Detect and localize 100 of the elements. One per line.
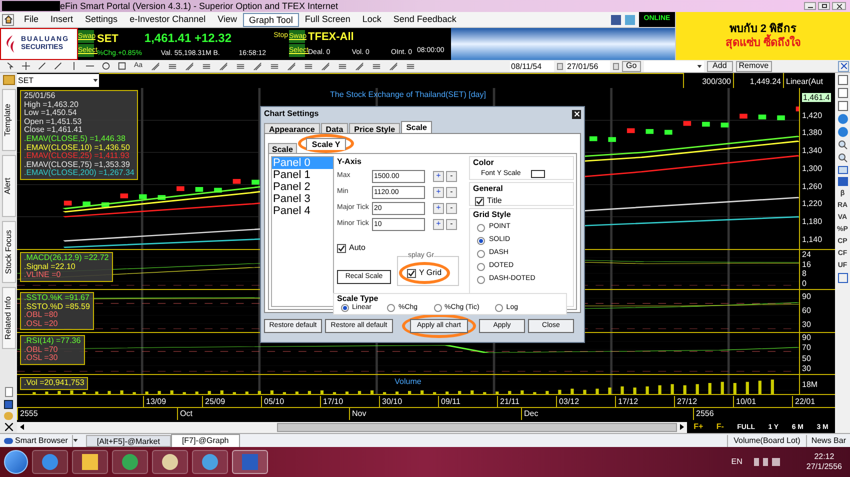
- menu-item[interactable]: Insert: [44, 12, 80, 26]
- drawing-tool-icon[interactable]: [270, 62, 279, 70]
- menu-item[interactable]: View: [212, 12, 243, 26]
- magnifier-icon[interactable]: [838, 140, 848, 150]
- dropdown-field[interactable]: [644, 60, 704, 72]
- workspace-tab[interactable]: [Alt+F5]-@Market: [86, 434, 171, 446]
- menu-item[interactable]: e-Investor Channel: [124, 12, 212, 26]
- radio-button[interactable]: [477, 262, 485, 270]
- drawing-tool-icon[interactable]: [320, 62, 330, 70]
- caret-icon[interactable]: [696, 64, 702, 68]
- drawing-tool-icon[interactable]: [150, 62, 160, 70]
- drawing-tool-icon[interactable]: [184, 62, 194, 70]
- circle-tool-icon[interactable]: [102, 62, 110, 70]
- date-field[interactable]: 27/01/56: [566, 60, 610, 72]
- radio-button[interactable]: [495, 304, 504, 312]
- panel-list-item[interactable]: Panel 1: [272, 169, 333, 181]
- radio-button[interactable]: [477, 224, 485, 232]
- panel-list-item[interactable]: Panel 2: [272, 181, 333, 193]
- dialog-tab[interactable]: Appearance: [264, 123, 320, 133]
- calendar-icon[interactable]: [557, 62, 563, 70]
- home-icon[interactable]: [2, 14, 14, 26]
- close-icon[interactable]: [832, 2, 846, 10]
- radio-button[interactable]: [477, 276, 485, 284]
- menu-item[interactable]: File: [18, 12, 45, 26]
- increase-button[interactable]: +: [433, 202, 444, 214]
- panel-list-item[interactable]: Panel 4: [272, 205, 333, 217]
- menu-item[interactable]: Full Screen: [298, 12, 356, 26]
- line-tool-icon[interactable]: [38, 62, 46, 70]
- close-icon[interactable]: [4, 423, 12, 431]
- increase-button[interactable]: +: [433, 218, 444, 230]
- drawing-tool-icon[interactable]: [372, 62, 381, 70]
- save-icon[interactable]: [4, 400, 13, 409]
- checkbox[interactable]: [407, 268, 416, 278]
- close-icon[interactable]: [838, 60, 849, 72]
- window-icon[interactable]: [838, 166, 848, 174]
- magnifier-icon[interactable]: [838, 153, 848, 163]
- sub-tab[interactable]: Scale: [268, 143, 297, 153]
- drawing-tool-icon[interactable]: [406, 62, 415, 70]
- drawing-tool-icon[interactable]: [252, 62, 262, 70]
- drawing-tool-icon[interactable]: [304, 62, 313, 70]
- checkbox[interactable]: [475, 196, 484, 206]
- calendar-icon[interactable]: [613, 62, 619, 70]
- drawing-tool-icon[interactable]: [218, 62, 228, 70]
- workspace-tab[interactable]: [F7]-@Graph: [170, 434, 240, 447]
- start-button-icon[interactable]: [4, 450, 28, 474]
- menu-item[interactable]: Graph Tool: [242, 12, 299, 26]
- menu-item[interactable]: Send Feedback: [387, 12, 462, 26]
- side-tab[interactable]: Related Info: [2, 287, 16, 349]
- side-tab[interactable]: Template: [2, 89, 16, 151]
- remove-button[interactable]: Remove: [736, 60, 772, 72]
- cursor-tool-icon[interactable]: [6, 62, 14, 70]
- drawing-tool-icon[interactable]: [202, 62, 211, 70]
- crosshair-tool-icon[interactable]: [22, 62, 30, 70]
- sub-tab[interactable]: Scale Y: [306, 138, 346, 150]
- language-indicator[interactable]: EN: [731, 456, 742, 468]
- rectangle-tool-icon[interactable]: [118, 62, 126, 70]
- symbol-field[interactable]: SET: [17, 74, 99, 87]
- dialog-tab[interactable]: Data: [320, 123, 348, 133]
- checkbox[interactable]: [337, 244, 346, 252]
- radio-button[interactable]: [434, 304, 442, 312]
- legend-entry: .OSL =30: [24, 354, 59, 363]
- period-button[interactable]: F+: [694, 423, 704, 431]
- restore-icon[interactable]: [818, 2, 830, 10]
- menu-item[interactable]: Settings: [79, 12, 124, 26]
- checkbox-label: Title: [487, 195, 502, 207]
- go-button[interactable]: Go: [622, 60, 641, 72]
- radio-button[interactable]: [477, 250, 485, 258]
- document-icon[interactable]: [4, 387, 12, 397]
- decrease-button[interactable]: -: [446, 170, 457, 182]
- radio-button[interactable]: [341, 304, 349, 312]
- increase-button[interactable]: +: [433, 170, 444, 182]
- minimize-icon[interactable]: [804, 2, 816, 10]
- decrease-button[interactable]: -: [446, 186, 457, 198]
- increase-button[interactable]: +: [433, 186, 444, 198]
- volume-bar: [696, 384, 699, 394]
- date-field[interactable]: 08/11/54: [510, 60, 554, 72]
- drawing-tool-icon[interactable]: [338, 62, 347, 70]
- side-tab[interactable]: Alert: [2, 155, 16, 217]
- add-button[interactable]: Add: [706, 60, 733, 72]
- drawing-tool-icon[interactable]: [388, 62, 398, 70]
- color-swatch[interactable]: [530, 170, 545, 178]
- parallel-tool-icon[interactable]: [54, 62, 62, 70]
- date-label: 25/09: [202, 396, 261, 407]
- horizontal-scrollbar[interactable]: [17, 422, 687, 432]
- caret-icon[interactable]: [72, 439, 78, 442]
- dialog-tab[interactable]: Scale: [401, 121, 432, 133]
- caret-icon[interactable]: [93, 79, 98, 82]
- drawing-tool-icon[interactable]: [286, 62, 296, 70]
- drawing-tool-icon[interactable]: [168, 62, 177, 70]
- decrease-button[interactable]: -: [446, 202, 457, 214]
- drawing-tool-icon[interactable]: [236, 62, 245, 70]
- drawing-tool-icon[interactable]: [354, 62, 364, 70]
- decrease-button[interactable]: -: [446, 218, 457, 230]
- side-tab[interactable]: Stock Focus: [2, 221, 16, 283]
- panel-list-item[interactable]: Panel 3: [272, 193, 333, 205]
- dialog-tab[interactable]: Price Style: [349, 123, 400, 133]
- radio-button[interactable]: [387, 304, 396, 312]
- menu-item[interactable]: Lock: [356, 12, 388, 26]
- radio-button[interactable]: [477, 236, 485, 244]
- period-button[interactable]: F-: [716, 423, 724, 431]
